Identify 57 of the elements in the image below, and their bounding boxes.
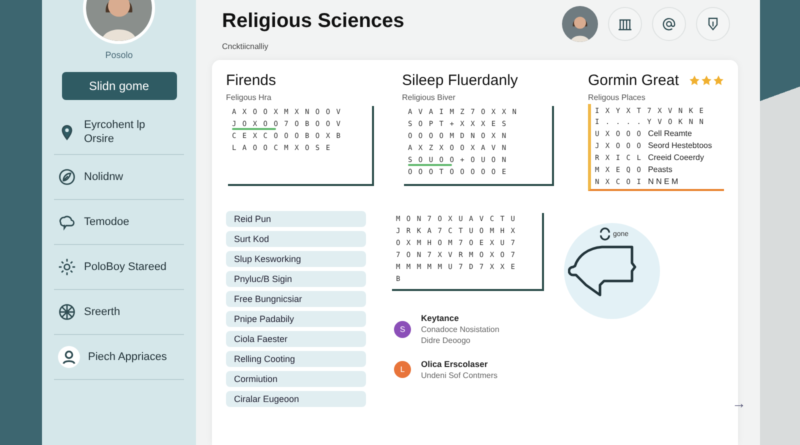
word-list-item: Reid Pun: [226, 211, 366, 227]
puzzle-title: Sileep Fluerdanly: [402, 72, 518, 89]
page-title: Religious Sciences: [222, 10, 404, 33]
person-icon: [58, 346, 80, 368]
puzzle-clue: Creeid Coeerdy: [648, 153, 704, 162]
word-list-item: Surt Kod: [226, 231, 366, 247]
wheel-icon: [58, 303, 76, 321]
header-button[interactable]: [696, 7, 730, 41]
star-icon: [689, 75, 700, 86]
sidebar-item-label: Eyrcohent lp Orsire: [84, 118, 146, 146]
legend-text: Conadoce Nosistation: [421, 325, 500, 334]
sidebar-item-label: Piech Appriaces: [88, 350, 168, 364]
profile-name: Posolo: [105, 50, 133, 60]
puzzle-clue: N N E M: [648, 177, 678, 186]
puzzle-subtitle: Feligous Hra: [226, 93, 272, 102]
word-list-item: Relling Cooting: [226, 351, 366, 367]
leaf-icon: [58, 168, 76, 186]
puzzle-subtitle: Religious Biver: [402, 93, 456, 102]
sidebar-item-label: Temodoe: [84, 214, 130, 230]
sidebar-item[interactable]: Temodoe: [54, 200, 184, 245]
header-button[interactable]: [652, 7, 686, 41]
action-button[interactable]: Slidn gome: [62, 72, 176, 100]
sidebar-item-label: Nolidnw: [84, 170, 124, 184]
sidebar-item[interactable]: Eyrcohent lp Orsire: [54, 110, 184, 155]
puzzle-title: Gormin Great: [588, 72, 679, 89]
header-button[interactable]: [608, 7, 642, 41]
refresh-icon: [598, 227, 612, 241]
puzzle-clue: Peasts: [648, 165, 672, 174]
speech-cloud-icon: [58, 213, 76, 231]
puzzle-clue: Seord Hestebtoos: [648, 141, 712, 150]
sun-icon: [58, 258, 76, 276]
word-list-item: Free Bungnicsiar: [226, 291, 366, 307]
page-subtitle: Cncktiicnalliy: [222, 42, 270, 51]
word-list-item: Pnipe Padabily: [226, 311, 366, 327]
legend-text: Didre Deoogo: [421, 336, 472, 345]
word-list-item: Slup Kesworking: [226, 251, 366, 267]
sidebar-item[interactable]: Piech Appriaces: [54, 335, 184, 380]
legend-badge: S: [394, 320, 411, 338]
puzzle-title: Firends: [226, 72, 276, 89]
star-icon: [713, 75, 724, 86]
word-list-item: Ciola Faester: [226, 331, 366, 347]
sidebar-item[interactable]: Sreerth: [54, 290, 184, 335]
star-icon: [701, 75, 712, 86]
at-sign-icon: [661, 16, 677, 32]
word-list-item: Cormiution: [226, 371, 366, 387]
puzzle-clue: Cell Reamte: [648, 129, 692, 138]
sidebar-item-label: Sreerth: [84, 304, 122, 320]
legend-badge: L: [394, 361, 411, 378]
legend-title: Keytance: [421, 313, 460, 323]
sidebar-item[interactable]: Nolidnw: [54, 155, 184, 200]
sidebar-item[interactable]: PoloBoy Stareed: [54, 245, 184, 290]
puzzle-subtitle: Religous Places: [588, 93, 646, 102]
word-list-item: Pnyluc/B Sigin: [226, 271, 366, 287]
sidebar-item-label: PoloBoy Stareed: [84, 260, 168, 274]
word-list-item: Ciralar Eugeoon: [226, 391, 366, 407]
legend-title: Olica Erscolaser: [421, 359, 489, 369]
legend-text: Undeni Sof Contmers: [421, 371, 498, 380]
